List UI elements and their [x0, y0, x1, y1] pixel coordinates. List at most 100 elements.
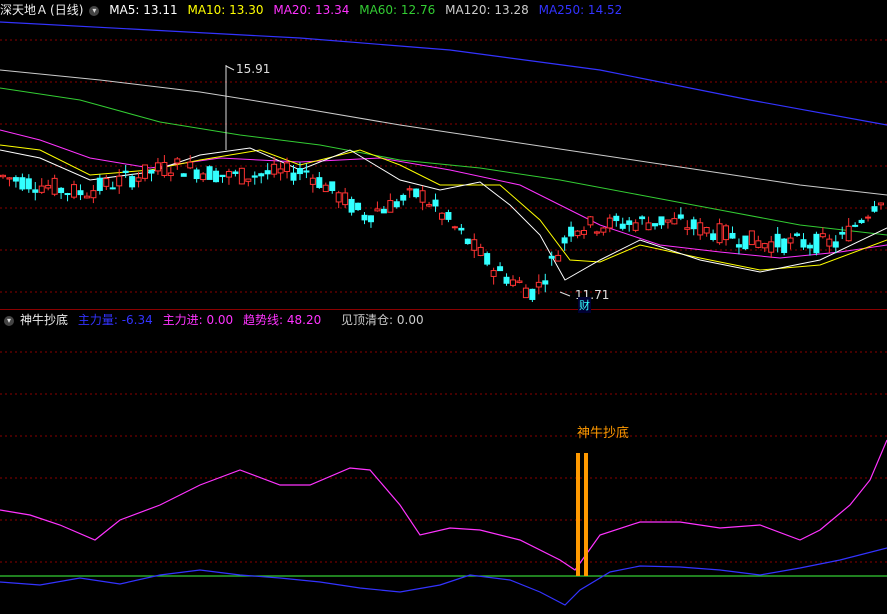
candle-body	[406, 188, 413, 191]
candle-body	[142, 164, 149, 179]
candle-body	[387, 200, 394, 213]
candle-body	[413, 188, 420, 198]
candle-body	[432, 199, 439, 207]
finance-marker[interactable]: 财	[578, 297, 591, 313]
candle-body	[542, 280, 549, 285]
candle-body	[77, 190, 84, 196]
candle-body	[180, 173, 187, 177]
candle-body	[309, 177, 316, 185]
candle-body	[438, 212, 445, 220]
candle-body	[490, 270, 497, 277]
candle-body	[471, 239, 478, 251]
candle-body	[535, 281, 542, 288]
candle-body	[271, 163, 278, 175]
candle-body	[593, 231, 600, 234]
candle-body	[748, 230, 755, 246]
candle-body	[768, 241, 775, 253]
candle-body	[187, 161, 194, 169]
candle-body	[826, 238, 833, 247]
candle-body	[710, 233, 717, 240]
candle-body	[426, 204, 433, 207]
candle-body	[335, 192, 342, 203]
candle-body	[561, 237, 568, 244]
candle-body	[865, 216, 872, 219]
candle-body	[626, 220, 633, 225]
candle-body	[677, 214, 684, 219]
candle-body	[581, 229, 588, 235]
candle-body	[735, 244, 742, 248]
candle-body	[367, 215, 374, 223]
candle-body	[355, 202, 362, 211]
candle-body	[606, 217, 613, 229]
candle-body	[38, 185, 45, 193]
candle-body	[71, 184, 78, 198]
candle-body	[839, 231, 846, 235]
candle-body	[154, 162, 161, 172]
candle-body	[148, 169, 155, 174]
candle-body	[522, 287, 529, 299]
ma10-line	[0, 144, 887, 271]
candle-body	[329, 181, 336, 192]
candle-body	[684, 227, 691, 230]
candle-body	[600, 227, 607, 233]
candle-body	[529, 288, 536, 300]
candle-body	[497, 266, 504, 272]
candle-body	[458, 227, 465, 231]
candle-body	[90, 190, 97, 199]
candle-body	[361, 214, 368, 221]
candle-body	[264, 170, 271, 175]
candle-body	[58, 187, 65, 194]
high-pointer	[225, 65, 235, 71]
candle-body	[445, 212, 452, 220]
candle-body	[877, 202, 884, 206]
candle-body	[206, 166, 213, 180]
candle-body	[51, 177, 58, 195]
candle-body	[96, 177, 103, 191]
candle-body	[787, 237, 794, 244]
candle-body	[852, 224, 859, 227]
candle-body	[516, 280, 523, 283]
candle-body	[781, 238, 788, 254]
candle-body	[871, 206, 878, 212]
candle-body	[639, 216, 646, 220]
candle-body	[464, 238, 471, 245]
candle-body	[477, 246, 484, 256]
candle-body	[652, 223, 659, 227]
candle-body	[232, 171, 239, 174]
candle-body	[813, 233, 820, 254]
candle-body	[103, 178, 110, 187]
signal-bar	[584, 453, 588, 576]
high-price-label: 15.91	[236, 62, 271, 76]
candle-body	[690, 219, 697, 230]
ma250-line	[0, 21, 887, 126]
candle-body	[83, 195, 90, 199]
candle-body	[548, 255, 555, 259]
candle-body	[845, 225, 852, 242]
candle-body	[277, 168, 284, 174]
candle-body	[219, 174, 226, 178]
candle-body	[380, 208, 387, 214]
candle-body	[703, 226, 710, 234]
candle-body	[6, 177, 13, 180]
candle-body	[761, 243, 768, 249]
candle-body	[316, 177, 323, 188]
candle-body	[755, 240, 762, 248]
candle-body	[503, 276, 510, 284]
candle-body	[12, 177, 19, 182]
candle-body	[258, 173, 265, 177]
candle-body	[619, 223, 626, 229]
candle-body	[555, 254, 562, 262]
candle-body	[374, 208, 381, 212]
candle-body	[161, 161, 168, 176]
candle-body	[723, 225, 730, 241]
candle-body	[45, 184, 52, 189]
candle-body	[167, 172, 174, 177]
candle-body	[451, 226, 458, 229]
candle-body	[658, 216, 665, 226]
candle-body	[348, 198, 355, 213]
candle-body	[32, 189, 39, 193]
chart-canvas[interactable]	[0, 0, 887, 614]
candle-body	[568, 226, 575, 237]
candle-body	[419, 190, 426, 203]
candle-body	[116, 175, 123, 187]
